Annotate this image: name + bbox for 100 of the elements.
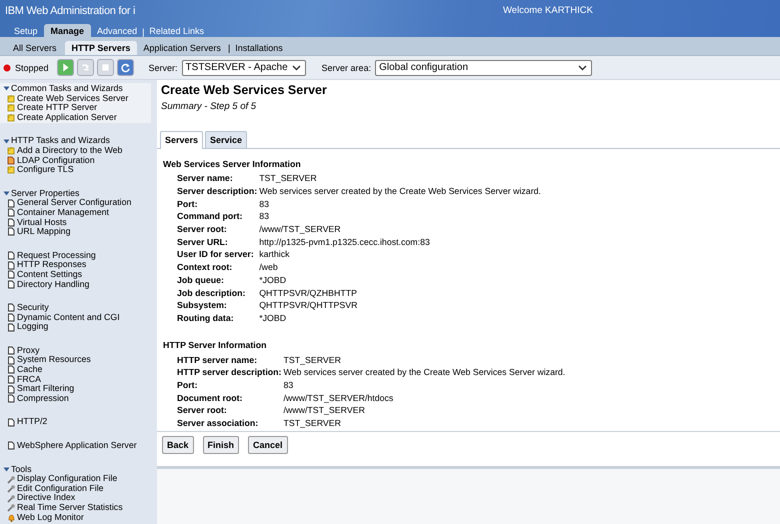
field-label: Job description: [177, 286, 246, 299]
sidebar-link[interactable]: Security [17, 303, 49, 313]
chevron-down-icon [292, 64, 301, 70]
field-value: QHTTPSVR/QZHBHTTP [259, 286, 358, 299]
field-label: Server name: [177, 172, 260, 185]
field-label: Server description: [177, 185, 258, 198]
sidebar-link[interactable]: Display Configuration File [17, 474, 118, 484]
field-value: Web services server created by the Create Web Services Server wizard. [259, 185, 541, 198]
server-tab[interactable]: All Servers [9, 41, 63, 55]
sidebar-link[interactable]: Dynamic Content and CGI [17, 312, 120, 322]
page-title: Create Web Services Server [160, 82, 328, 97]
field-value: 83 [283, 378, 294, 392]
sidebar-link[interactable]: Proxy [17, 346, 40, 356]
expanded-triangle-icon[interactable] [3, 138, 10, 145]
step-subtitle: Summary - Step 5 of 5 [160, 100, 258, 112]
sidebar-link[interactable]: LDAP Configuration [17, 156, 95, 166]
sidebar-link[interactable]: Content Settings [17, 270, 82, 280]
field-value: QHTTPSVR/QHTTPSVR [259, 299, 358, 312]
sidebar-link[interactable]: Logging [17, 322, 48, 332]
nav-tab[interactable]: Related Links [145, 24, 208, 37]
wizard-button[interactable]: Cancel [248, 436, 288, 454]
expanded-triangle-icon[interactable] [3, 190, 10, 198]
field-value: /web [259, 261, 279, 274]
field-value: TST_SERVER [283, 417, 342, 430]
document-icon [7, 441, 15, 450]
field-label: User ID for server: [177, 248, 255, 261]
server-tab[interactable]: Application Servers [139, 41, 227, 55]
sidebar-link[interactable]: Directive Index [17, 493, 76, 503]
section-heading[interactable]: Server Properties [11, 188, 80, 198]
field-label: Job queue: [177, 274, 260, 286]
nav-tab[interactable]: Setup [10, 24, 42, 37]
section-heading[interactable]: Common Tasks and Wizards [11, 84, 123, 94]
field-label: Context root: [177, 260, 260, 274]
refresh-button[interactable] [116, 59, 134, 76]
sidebar-link[interactable]: System Resources [17, 355, 91, 366]
field-value: *JOBD [259, 312, 288, 324]
field-value: TST_SERVER [283, 354, 342, 366]
field-label: Subsystem: [177, 299, 228, 312]
wizard-button[interactable]: Finish [202, 436, 240, 454]
field-label: Server URL: [177, 236, 229, 248]
expanded-triangle-icon[interactable] [3, 85, 10, 92]
sidebar-link[interactable]: HTTP/2 [17, 417, 48, 428]
field-label: HTTP server name: [177, 353, 284, 366]
field-label: Command port: [177, 210, 244, 223]
content-tab[interactable]: Servers [160, 131, 204, 149]
section-heading: Web Services Server Information [163, 159, 302, 169]
nav-tab[interactable]: Manage [44, 24, 92, 37]
server-label: Server: [148, 62, 178, 72]
nav-tab[interactable]: Advanced [93, 24, 142, 37]
sidebar-link[interactable]: URL Mapping [17, 227, 70, 237]
server-select[interactable]: TSTSERVER - Apache [182, 60, 306, 76]
section-heading[interactable]: Tools [11, 464, 32, 474]
field-value: karthick [259, 248, 290, 261]
server-tab[interactable]: Installations [231, 41, 289, 55]
field-label: Port: [177, 378, 284, 392]
start-button[interactable] [56, 59, 74, 76]
content-tab[interactable]: Service [205, 131, 248, 148]
server-area-label: Server area: [322, 62, 372, 72]
sidebar-link[interactable]: Create Web Services Server [17, 94, 128, 104]
section-heading[interactable]: HTTP Tasks and Wizards [11, 136, 110, 146]
sidebar-link[interactable]: Web Log Monitor [17, 512, 84, 522]
expanded-triangle-icon[interactable] [3, 466, 10, 473]
field-label: Server association: [177, 416, 284, 430]
app-title: IBM Web Administration for i [4, 4, 136, 16]
field-value: /www/TST_SERVER [259, 223, 342, 236]
server-tab[interactable]: HTTP Servers [64, 41, 138, 55]
sidebar-link[interactable]: Create HTTP Server [17, 103, 98, 113]
sidebar-link[interactable]: Cache [17, 365, 42, 375]
sidebar-link[interactable]: Directory Handling [17, 280, 90, 290]
sidebar-link[interactable]: Add a Directory to the Web [17, 146, 122, 156]
field-label: HTTP server description: [177, 366, 284, 379]
sidebar-link[interactable]: Create Application Server [17, 112, 117, 122]
sidebar-link[interactable]: Smart Filtering [17, 384, 74, 394]
section-heading: HTTP Server Information [163, 340, 268, 350]
sidebar-link[interactable]: Virtual Hosts [17, 218, 67, 228]
field-value: 83 [259, 210, 270, 223]
field-value: http://p1325-pvm1.p1325.cecc.ihost.com:83 [259, 236, 431, 248]
chevron-down-icon [578, 64, 588, 70]
bell-icon [7, 512, 15, 522]
field-value: /www/TST_SERVER [283, 404, 366, 417]
server-area-select[interactable]: Global configuration [375, 60, 592, 76]
field-label: Server root: [177, 404, 284, 417]
field-label: Document root: [177, 391, 284, 404]
sidebar-link[interactable]: Real Time Server Statistics [17, 503, 123, 513]
sidebar-link[interactable]: Container Management [17, 208, 109, 218]
sidebar-link[interactable]: HTTP Responses [17, 260, 86, 270]
document-icon [7, 156, 15, 165]
sidebar-link[interactable]: FRCA [17, 374, 41, 384]
sidebar-link[interactable]: Configure TLS [17, 165, 74, 175]
sidebar-link[interactable]: General Server Configuration [17, 198, 132, 208]
wizard-button[interactable]: Back [162, 436, 194, 454]
sidebar-link[interactable]: Request Processing [17, 250, 96, 260]
field-value: TST_SERVER [259, 172, 318, 185]
field-value: /www/TST_SERVER/htdocs [283, 392, 394, 404]
field-value: *JOBD [259, 274, 288, 286]
sidebar-link[interactable]: Edit Configuration File [17, 484, 104, 494]
field-label: Port: [177, 198, 199, 210]
sidebar-link[interactable]: Compression [17, 394, 69, 404]
field-value: Web services server created by the Create Web Services Server wizard. [283, 366, 566, 379]
sidebar-link[interactable]: WebSphere Application Server [17, 441, 137, 451]
